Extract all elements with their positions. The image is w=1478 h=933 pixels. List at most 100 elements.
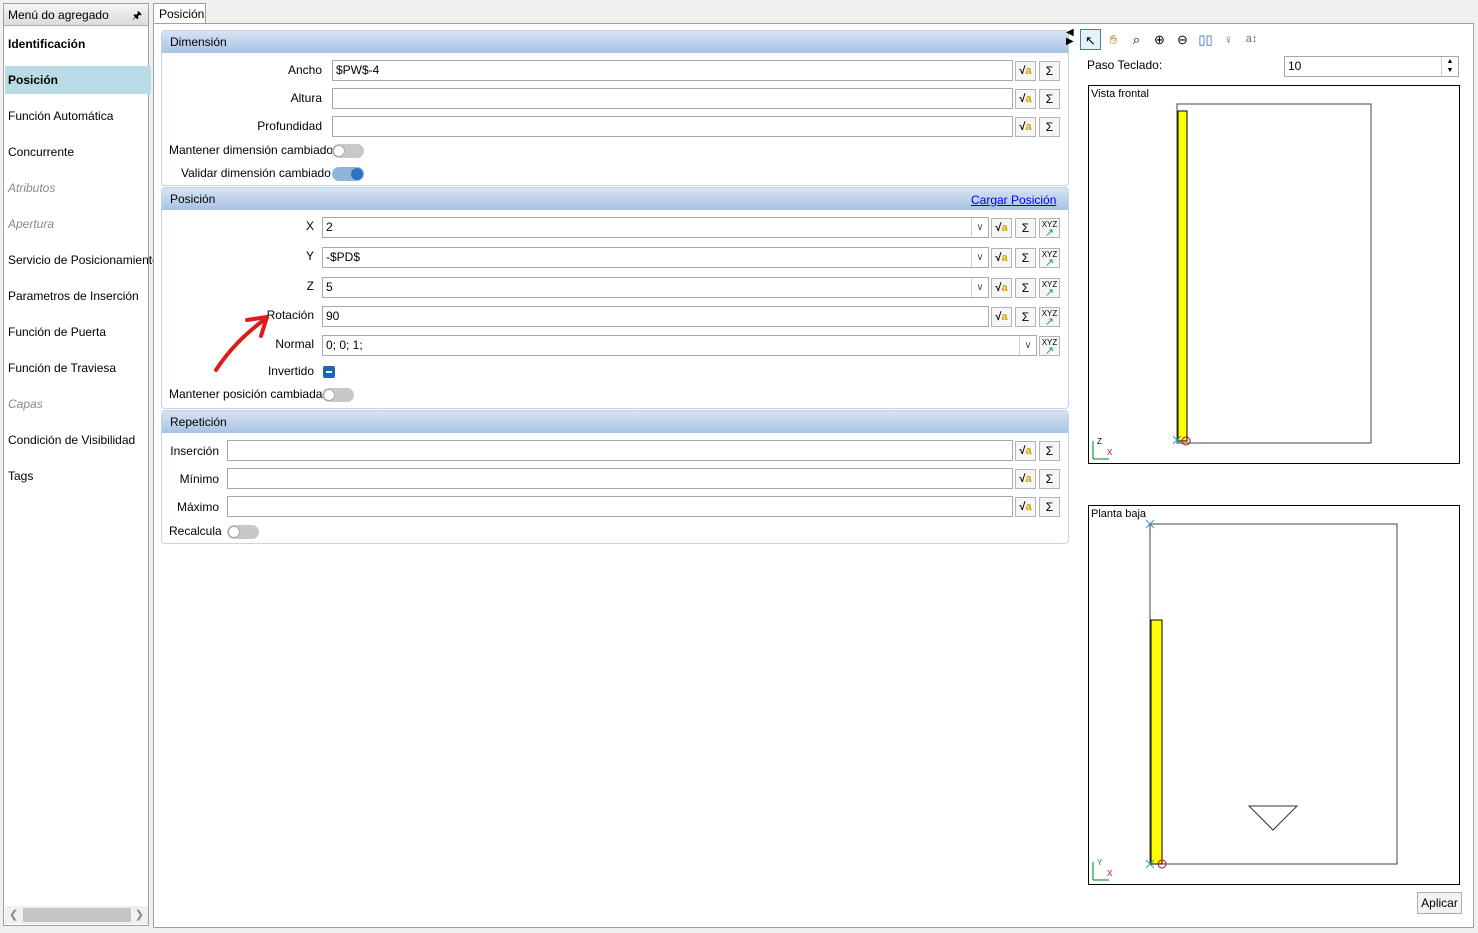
maximo-input[interactable] [227, 496, 1013, 517]
menu-item-concurrente[interactable]: Concurrente [5, 138, 151, 166]
sum-icon[interactable]: Σ [1015, 307, 1036, 327]
mantener-dimension-label: Mantener dimensión cambiado [169, 143, 334, 157]
chevron-down-icon[interactable]: ∨ [971, 248, 988, 267]
maximo-label: Máximo [176, 500, 219, 514]
pan-icon[interactable]: ✋︎ [1103, 29, 1124, 50]
paso-teclado-spinner[interactable]: 10 ▲ ▼ [1284, 56, 1459, 77]
menu-item-funcion-puerta[interactable]: Función de Puerta [5, 318, 151, 346]
invertido-checkbox[interactable] [323, 366, 335, 378]
formula-icon[interactable]: √a [991, 248, 1012, 268]
plan-axis-y: Y [1097, 858, 1103, 867]
z-combo[interactable]: 5 ∨ [322, 277, 989, 298]
scroll-thumb[interactable] [23, 908, 131, 922]
menu-item-funcion-automatica[interactable]: Función Automática [5, 102, 151, 130]
chevron-down-icon[interactable]: ∨ [1019, 336, 1036, 355]
chevron-down-icon[interactable]: ∨ [971, 278, 988, 297]
ancho-input[interactable]: $PW$-4 [332, 60, 1013, 81]
plan-view-drawing: Y X [1092, 519, 1398, 881]
sum-icon[interactable]: Σ [1039, 441, 1060, 461]
menu-item-identificacion[interactable]: Identificación [5, 30, 151, 58]
front-view-drawing: Z X [1092, 103, 1372, 460]
tab-posicion[interactable]: Posición [153, 3, 206, 24]
validar-dimension-label: Validar dimensión cambiado [181, 166, 331, 180]
sum-icon[interactable]: Σ [1015, 218, 1036, 238]
front-view[interactable]: Vista frontal Z X [1088, 85, 1460, 464]
sum-icon[interactable]: Σ [1039, 117, 1060, 137]
zoom-extents-icon[interactable]: ▯▯ [1195, 29, 1216, 50]
repeticion-header: Repetición [162, 411, 1068, 433]
plan-axis-x: X [1107, 869, 1113, 878]
collapse-arrows-icon[interactable]: ◀ ▶ [1066, 28, 1078, 48]
normal-value: 0; 0; 1; [326, 338, 363, 352]
formula-icon[interactable]: √a [991, 278, 1012, 298]
xyz-picker-icon[interactable]: XYZ ↗ [1039, 248, 1060, 269]
sum-icon[interactable]: Σ [1039, 497, 1060, 517]
side-menu: Menú do agregado 🖈︎ Identificación Posic… [3, 3, 159, 926]
text-icon[interactable]: a↕ [1241, 29, 1262, 50]
xyz-picker-icon[interactable]: XYZ ↗ [1039, 218, 1060, 239]
scroll-right-icon[interactable]: ❯ [135, 908, 144, 921]
xyz-picker-icon[interactable]: XYZ ↗ [1039, 307, 1060, 328]
insercion-input[interactable] [227, 440, 1013, 461]
altura-label: Altura [290, 91, 322, 105]
dimension-header: Dimensión [162, 31, 1068, 53]
spinner-arrows-icon[interactable]: ▲ ▼ [1441, 57, 1458, 76]
validar-dimension-toggle[interactable] [332, 167, 364, 181]
z-value: 5 [326, 280, 333, 294]
plan-view[interactable]: Planta baja Y X [1088, 505, 1460, 885]
zoom-out-icon[interactable]: ⊖ [1172, 29, 1193, 50]
mantener-posicion-toggle[interactable] [322, 388, 354, 402]
xyz-picker-icon[interactable]: XYZ ↗ [1039, 278, 1060, 299]
sum-icon[interactable]: Σ [1039, 61, 1060, 81]
sum-icon[interactable]: Σ [1015, 278, 1036, 298]
chevron-down-icon[interactable]: ∨ [971, 218, 988, 237]
menu-item-funcion-traviesa[interactable]: Función de Traviesa [5, 354, 151, 382]
menu-item-tags[interactable]: Tags [5, 462, 151, 490]
minimo-label: Mínimo [179, 472, 219, 486]
pin-icon[interactable]: 🖈︎ [132, 7, 142, 26]
insercion-label: Inserción [170, 444, 219, 458]
normal-combo[interactable]: 0; 0; 1; ∨ [322, 335, 1037, 356]
menu-item-parametros-insercion[interactable]: Parametros de Inserción [5, 282, 151, 310]
menu-item-apertura: Apertura [8, 217, 55, 231]
formula-icon[interactable]: √a [1015, 497, 1036, 517]
aplicar-button[interactable]: Aplicar [1417, 892, 1462, 914]
x-combo[interactable]: 2 ∨ [322, 217, 989, 238]
mantener-posicion-label: Mantener posición cambiada [169, 387, 323, 401]
menu-item-posicion[interactable]: Posición [5, 66, 151, 94]
y-label: Y [305, 249, 314, 263]
x-label: X [305, 219, 314, 233]
recalcula-toggle[interactable] [227, 525, 259, 539]
sum-icon[interactable]: Σ [1015, 248, 1036, 268]
cargar-posicion-link[interactable]: Cargar Posición [971, 193, 1056, 207]
menu-horizontal-scrollbar[interactable]: ❮ ❯ [5, 906, 148, 924]
formula-icon[interactable]: √a [991, 218, 1012, 238]
posicion-header: Posición [162, 188, 1068, 210]
formula-icon[interactable]: √a [1015, 61, 1036, 81]
zoom-in-icon[interactable]: ⊕ [1149, 29, 1170, 50]
y-combo[interactable]: -$PD$ ∨ [322, 247, 989, 268]
formula-icon[interactable]: √a [1015, 441, 1036, 461]
menu-item-servicio-posicionamiento[interactable]: Servicio de Posicionamiento [5, 246, 159, 274]
profundidad-input[interactable] [332, 116, 1013, 137]
xyz-picker-icon[interactable]: XYZ ↗ [1039, 336, 1060, 357]
recalcula-label: Recalcula [169, 524, 222, 538]
rotacion-input[interactable]: 90 [322, 306, 989, 327]
formula-icon[interactable]: √a [1015, 117, 1036, 137]
altura-input[interactable] [332, 88, 1013, 109]
posicion-panel: Posición Cargar Posición X 2 ∨ √a Σ XYZ ↗ … [161, 187, 1069, 409]
mantener-dimension-toggle[interactable] [332, 144, 364, 158]
sum-icon[interactable]: Σ [1039, 469, 1060, 489]
formula-icon[interactable]: √a [1015, 469, 1036, 489]
menu-item-condicion-visibilidad[interactable]: Condición de Visibilidad [5, 426, 151, 454]
person-icon[interactable]: ♀ [1218, 29, 1239, 50]
sum-icon[interactable]: Σ [1039, 89, 1060, 109]
scroll-left-icon[interactable]: ❮ [9, 908, 18, 921]
zoom-icon[interactable]: ⌕ [1126, 29, 1147, 50]
pointer-icon[interactable]: ↖ [1080, 29, 1101, 50]
formula-icon[interactable]: √a [991, 307, 1012, 327]
minimo-input[interactable] [227, 468, 1013, 489]
ancho-label: Ancho [287, 63, 322, 77]
formula-icon[interactable]: √a [1015, 89, 1036, 109]
profundidad-label: Profundidad [257, 119, 322, 133]
